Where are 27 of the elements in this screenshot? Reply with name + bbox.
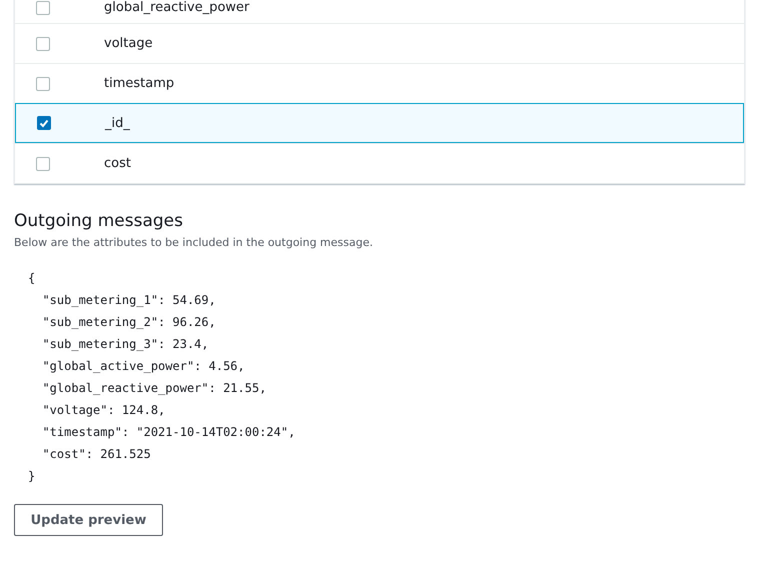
checkbox[interactable] — [36, 76, 50, 90]
code-line: "global_reactive_power": 21.55, — [41, 380, 268, 397]
checkbox[interactable] — [37, 116, 51, 130]
section-description: Below are the attributes to be included in the outgoing message. — [14, 236, 374, 249]
attribute-row[interactable]: cost — [15, 143, 744, 183]
attribute-name: global_reactive_power — [104, 0, 250, 15]
code-line: "sub_metering_3": 23.4, — [41, 336, 210, 353]
code-line: "sub_metering_1": 54.69, — [41, 292, 217, 309]
code-line: "sub_metering_2": 96.26, — [41, 314, 217, 331]
code-line: "voltage": 124.8, — [41, 402, 166, 419]
attribute-row[interactable]: _id_ — [15, 103, 744, 143]
attribute-name: timestamp — [104, 76, 174, 91]
code-line: "cost": 261.525 — [41, 446, 152, 463]
checkbox[interactable] — [36, 156, 50, 170]
attribute-name: voltage — [104, 36, 153, 51]
attribute-row[interactable]: global_reactive_power — [15, 0, 744, 23]
checkbox[interactable] — [36, 36, 50, 50]
code-line: "timestamp": "2021-10-14T02:00:24", — [41, 424, 296, 441]
section-title: Outgoing messages — [14, 211, 184, 231]
attribute-row[interactable]: voltage — [15, 23, 744, 63]
code-line: { — [28, 270, 36, 287]
attribute-name: _id_ — [105, 116, 130, 130]
update-preview-button[interactable]: Update preview — [14, 504, 163, 536]
checkbox[interactable] — [36, 0, 50, 14]
code-line: "global_active_power": 4.56, — [41, 358, 246, 375]
attribute-name: cost — [104, 156, 131, 171]
code-line: } — [28, 468, 36, 485]
